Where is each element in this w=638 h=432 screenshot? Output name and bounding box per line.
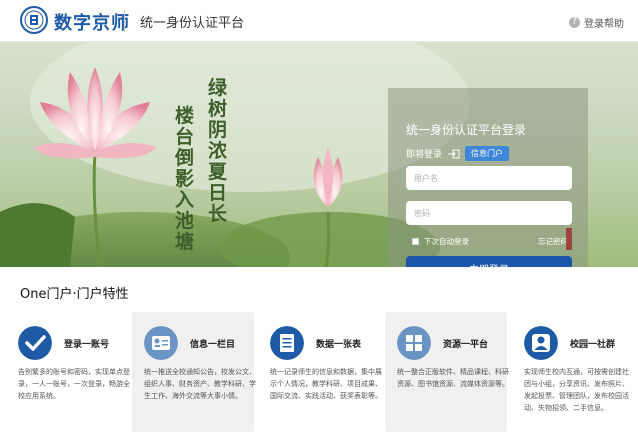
features-title: One门户·门户特性 [20, 287, 129, 302]
poem-line-1: 绿树阴浓夏日长 [208, 77, 228, 225]
document-list-icon [270, 326, 304, 360]
login-panel: 统一身份认证平台登录 即将登录 信息门户 下次自动登录 忘记密码 立即登录 [388, 88, 588, 267]
feature-card-data: 数据一张表 统一记录师生的信息和数据，集中展示个人情况，教学科研、项目成果、国际… [270, 312, 392, 432]
login-arrow-icon [448, 149, 460, 158]
help-circle-icon: ? [569, 17, 580, 28]
university-seal-icon [20, 6, 48, 34]
red-seal-decoration [566, 228, 572, 250]
forgot-password-link[interactable]: 忘记密码 [538, 236, 568, 247]
login-to-label: 即将登录 [406, 150, 443, 160]
login-target-row: 即将登录 信息门户 [406, 146, 510, 161]
checkmark-icon [18, 326, 52, 360]
feature-card-resource: 资源一平台 统一整合正版软件、精品课程、科研资源、图书馆资源、流媒体资源等。 [385, 312, 509, 432]
logo-text[interactable]: 数字京师 [54, 9, 130, 35]
top-header: 数字京师 统一身份认证平台 ? 登录帮助 [0, 0, 638, 42]
feature-desc: 统一推送全校通知公告，校发公文、组织人事、财务资产、教学科研、学生工作、海外交流… [144, 368, 256, 400]
auto-login-label: 下次自动登录 [424, 237, 469, 246]
feature-name: 登录一账号 [64, 340, 110, 350]
login-help-link[interactable]: ? 登录帮助 [569, 15, 624, 30]
feature-name: 数据一张表 [316, 340, 362, 350]
auto-login-checkbox[interactable] [412, 238, 419, 245]
login-button[interactable]: 立即登录 [406, 256, 572, 267]
auto-login-option[interactable]: 下次自动登录 [412, 236, 469, 247]
login-help-label: 登录帮助 [584, 19, 624, 30]
feature-card-info: 信息一栏目 统一推送全校通知公告，校发公文、组织人事、财务资产、教学科研、学生工… [132, 312, 256, 432]
grid-apps-icon [397, 326, 431, 360]
feature-desc: 统一整合正版软件、精品课程、科研资源、图书馆资源、流媒体资源等。 [397, 368, 509, 388]
header-divider [124, 10, 125, 32]
id-card-icon [144, 326, 178, 360]
login-title: 统一身份认证平台登录 [406, 123, 527, 137]
feature-desc: 告别繁多的账号和密码，实现单点登录，一人一账号，一次登录，畅游全校应用系统。 [18, 368, 130, 400]
poem-line-2: 楼台倒影入池塘 [175, 105, 195, 253]
user-group-icon [524, 326, 558, 360]
feature-name: 校园一社群 [570, 340, 616, 350]
feature-name: 信息一栏目 [190, 340, 236, 350]
feature-card-account: 登录一账号 告别繁多的账号和密码，实现单点登录，一人一账号，一次登录，畅游全校应… [18, 312, 140, 432]
hero-banner: 绿树阴浓夏日长 楼台倒影入池塘 统一身份认证平台登录 即将登录 信息门户 下次自… [0, 42, 638, 267]
feature-name: 资源一平台 [443, 340, 489, 350]
portal-tag[interactable]: 信息门户 [465, 146, 510, 161]
password-input[interactable] [406, 201, 572, 225]
page-title: 统一身份认证平台 [140, 16, 245, 31]
username-input[interactable] [406, 166, 572, 190]
feature-desc: 统一记录师生的信息和数据，集中展示个人情况，教学科研、项目成果、国际交流、实践活… [270, 368, 382, 400]
feature-desc: 实现师生校内互通，可按需创建社团与小组，分享资讯、发布照片、发起投票、管理团队，… [524, 368, 629, 412]
feature-card-community: 校园一社群 实现师生校内互通，可按需创建社团与小组，分享资讯、发布照片、发起投票… [524, 312, 636, 432]
